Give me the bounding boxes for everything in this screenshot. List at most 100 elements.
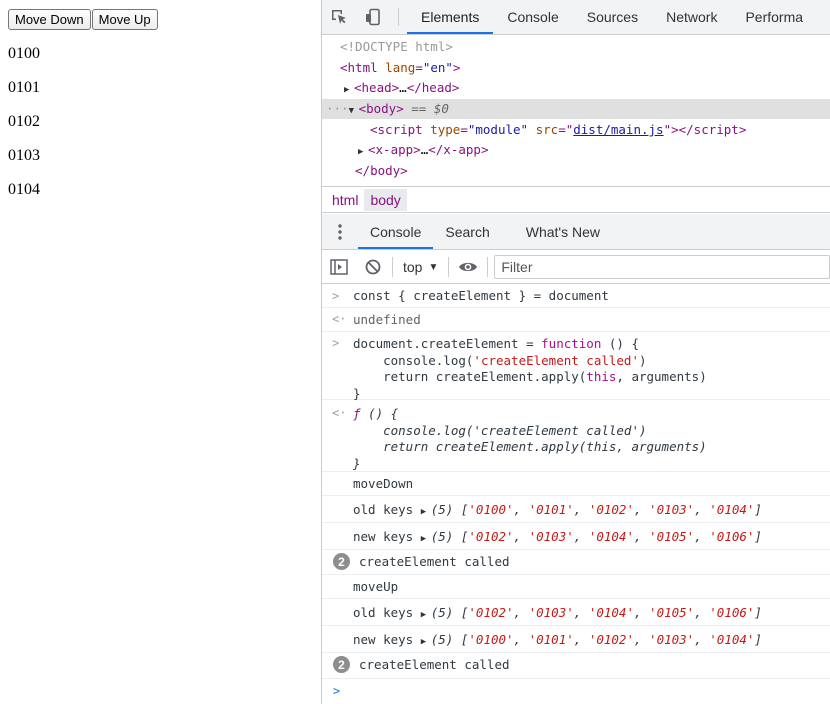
- log-label: new keys: [353, 632, 414, 647]
- devtools-panel: Elements Console Sources Network Perform…: [321, 0, 830, 704]
- expand-triangle-icon[interactable]: ▶: [421, 634, 431, 651]
- console-array-line: new keys ▶ (5) ['0102', '0103', '0104', '…: [353, 529, 762, 548]
- tab-elements[interactable]: Elements: [407, 0, 494, 34]
- button-group: Move Down Move Up: [8, 9, 158, 30]
- console-code-block: document.createElement = function () { c…: [353, 336, 707, 402]
- html-attr-value: "en": [422, 60, 453, 75]
- move-up-button[interactable]: Move Up: [91, 9, 158, 30]
- list-item: 0104: [8, 181, 40, 198]
- head-close-tag: head: [421, 80, 452, 95]
- array-length: (5): [430, 605, 454, 620]
- console-toolbar: top ▼: [322, 251, 830, 284]
- more-dots-icon[interactable]: ···: [326, 101, 349, 116]
- log-label: old keys: [353, 502, 414, 517]
- code-segment: return createElement.apply(this, argumen…: [353, 439, 707, 454]
- clear-console-icon[interactable]: [356, 251, 390, 283]
- breadcrumb: html body: [322, 186, 830, 213]
- dom-node-doctype[interactable]: <!DOCTYPE html>: [322, 37, 830, 57]
- array-item: '0102': [468, 605, 514, 620]
- console-text: moveDown: [353, 476, 414, 491]
- expand-triangle-icon[interactable]: ▶: [421, 531, 431, 548]
- doctype-text: <!DOCTYPE html>: [340, 39, 453, 54]
- collapse-triangle-icon[interactable]: ▼: [349, 101, 359, 121]
- dom-node-body-close[interactable]: </body>: [322, 161, 830, 181]
- array-item: '0104': [588, 529, 634, 544]
- console-prompt[interactable]: >: [322, 681, 830, 703]
- script-close-tag: script: [693, 122, 739, 137]
- tab-performance[interactable]: Performa: [731, 0, 817, 34]
- code-segment: , arguments): [616, 369, 707, 384]
- dom-node-x-app[interactable]: ▶ <x-app>…</x-app>: [322, 140, 830, 160]
- console-input-entry: > document.createElement = function () {…: [322, 332, 830, 402]
- expand-triangle-icon[interactable]: ▶: [421, 504, 431, 521]
- console-text: createElement called: [359, 657, 510, 672]
- input-prompt-icon: >: [332, 336, 340, 350]
- live-expression-eye-icon[interactable]: [451, 251, 485, 283]
- console-log-entry: 2 createElement called: [322, 653, 830, 679]
- script-src-link[interactable]: dist/main.js: [573, 122, 663, 137]
- expand-triangle-icon[interactable]: ▶: [421, 607, 431, 624]
- code-segment: return createElement.apply(: [353, 369, 587, 384]
- html-attr-name: lang: [385, 60, 416, 75]
- toolbar-divider: [392, 257, 393, 277]
- script-type-value: "module": [467, 122, 529, 137]
- console-filter-input[interactable]: [494, 255, 830, 279]
- dom-node-body[interactable]: ···▼ <body> == $0: [322, 99, 830, 119]
- inspect-element-icon[interactable]: [322, 0, 356, 34]
- console-log-entry: old keys ▶ (5) ['0102', '0103', '0104', '…: [322, 599, 830, 626]
- console-log-entry: 2 createElement called: [322, 550, 830, 575]
- console-input-entry: > const { createElement } = document: [322, 285, 830, 308]
- breadcrumb-body[interactable]: body: [364, 188, 407, 211]
- code-keyword: this: [586, 369, 617, 384]
- console-text: undefined: [353, 312, 421, 327]
- log-label: old keys: [353, 605, 414, 620]
- log-label: new keys: [353, 529, 414, 544]
- toolbar-divider: [448, 257, 450, 277]
- selected-node-marker: == $0: [411, 101, 449, 116]
- array-item: '0105': [649, 529, 695, 544]
- drawer-tab-console[interactable]: Console: [358, 214, 434, 249]
- head-tag-name: head: [361, 80, 392, 95]
- tab-network[interactable]: Network: [652, 0, 731, 34]
- script-type-attr: type: [430, 122, 461, 137]
- code-segment: console.log('createElement called'): [353, 422, 647, 438]
- array-item: '0106': [709, 605, 755, 620]
- tab-console[interactable]: Console: [493, 0, 572, 34]
- console-result-entry: <· ƒ () { console.log('createElement cal…: [322, 400, 830, 472]
- code-keyword: function: [541, 336, 602, 351]
- console-log-entry: moveDown: [322, 472, 830, 496]
- script-src-attr: src: [535, 122, 559, 137]
- html-tag-name: html: [347, 60, 378, 75]
- dom-node-html[interactable]: <html lang="en">: [322, 58, 830, 78]
- sidebar-toggle-icon[interactable]: [322, 251, 356, 283]
- console-log-entry: new keys ▶ (5) ['0100', '0101', '0102', '…: [322, 626, 830, 653]
- prompt-chevron-icon: >: [333, 684, 341, 698]
- repeat-count-badge: 2: [333, 553, 350, 570]
- console-log-entry: moveUp: [322, 575, 830, 599]
- repeat-count-badge: 2: [333, 656, 350, 673]
- tab-sources[interactable]: Sources: [573, 0, 652, 34]
- array-item: '0102': [588, 502, 634, 517]
- function-glyph: ƒ: [353, 406, 361, 421]
- breadcrumb-html[interactable]: html: [326, 189, 364, 211]
- expand-triangle-icon[interactable]: ▶: [344, 80, 354, 100]
- drawer-tab-whats-new[interactable]: What's New: [502, 214, 612, 249]
- code-segment: document.createElement =: [353, 336, 542, 351]
- array-item: '0103': [528, 529, 574, 544]
- drawer-tab-search[interactable]: Search: [433, 214, 501, 249]
- item-list: 0100 0101 0102 0103 0104: [8, 45, 40, 215]
- dom-node-head[interactable]: ▶ <head>…</head>: [322, 78, 830, 98]
- array-item: '0103': [528, 605, 574, 620]
- console-result-entry: <· undefined: [322, 308, 830, 332]
- array-length: (5): [430, 632, 454, 647]
- script-tag-name: script: [377, 122, 423, 137]
- dom-node-script[interactable]: <script type="module" src="dist/main.js"…: [322, 120, 830, 140]
- more-options-icon[interactable]: [322, 214, 358, 249]
- expand-triangle-icon[interactable]: ▶: [358, 142, 368, 162]
- context-selector[interactable]: top ▼: [395, 259, 446, 275]
- elements-dom-tree: <!DOCTYPE html> <html lang="en"> ▶ <head>…: [322, 36, 830, 186]
- move-down-button[interactable]: Move Down: [8, 9, 91, 30]
- device-toolbar-icon[interactable]: [356, 0, 390, 34]
- devtools-tabbar: Elements Console Sources Network Perform…: [322, 0, 830, 35]
- code-segment: () {: [601, 336, 640, 351]
